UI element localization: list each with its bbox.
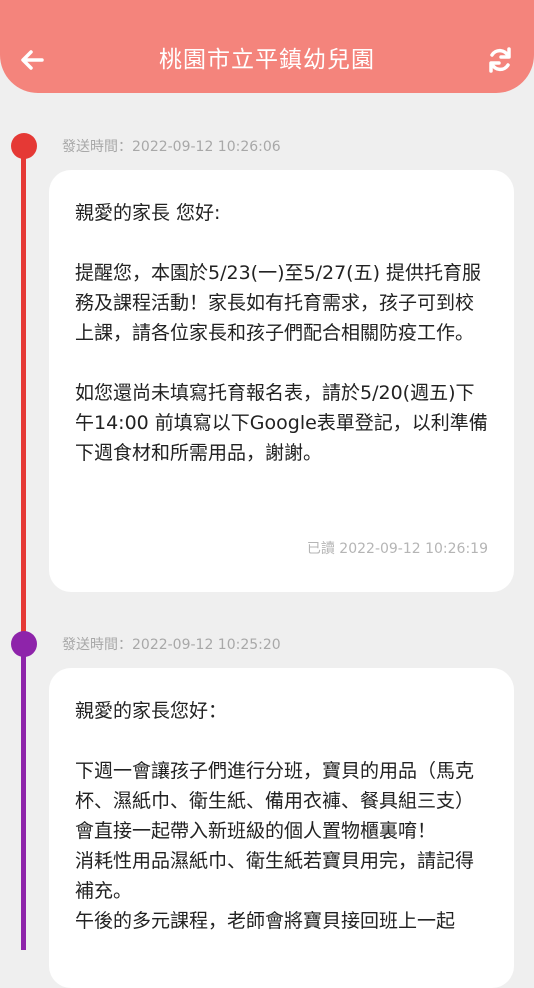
message-greeting: 親愛的家長 您好: — [75, 202, 221, 224]
send-time: 發送時間：2022-09-12 10:26:06 — [62, 139, 281, 155]
read-status: 已讀 2022-09-12 10:26:19 — [306, 541, 488, 557]
timeline-dot — [11, 133, 37, 159]
app-header: 桃園市立平鎮幼兒園 — [0, 0, 534, 93]
message-card[interactable]: 親愛的家長 您好: 提醒您，本園於5/23(一)至5/27(五) 提供托育服務及… — [49, 170, 514, 592]
send-time: 發送時間：2022-09-12 10:25:20 — [62, 637, 281, 653]
timeline-dot — [11, 631, 37, 657]
message-paragraph: 提醒您，本園於5/23(一)至5/27(五) 提供托育服務及課程活動！家長如有托… — [75, 262, 482, 344]
message-card[interactable]: 親愛的家長您好： 下週一會讓孩子們進行分班，寶貝的用品（馬克杯、濕紙巾、衛生紙、… — [49, 668, 514, 988]
timeline-line — [21, 644, 26, 950]
message-greeting: 親愛的家長您好： — [75, 700, 228, 722]
timeline-line — [21, 146, 26, 646]
refresh-icon[interactable] — [486, 46, 514, 74]
message-paragraph: 下週一會讓孩子們進行分班，寶貝的用品（馬克杯、濕紙巾、衛生紙、備用衣褲、餐具組三… — [75, 760, 475, 932]
message-paragraph: 如您還尚未填寫托育報名表，請於5/20(週五)下午14:00 前填寫以下Goog… — [75, 382, 488, 464]
page-title: 桃園市立平鎮幼兒園 — [159, 47, 375, 73]
